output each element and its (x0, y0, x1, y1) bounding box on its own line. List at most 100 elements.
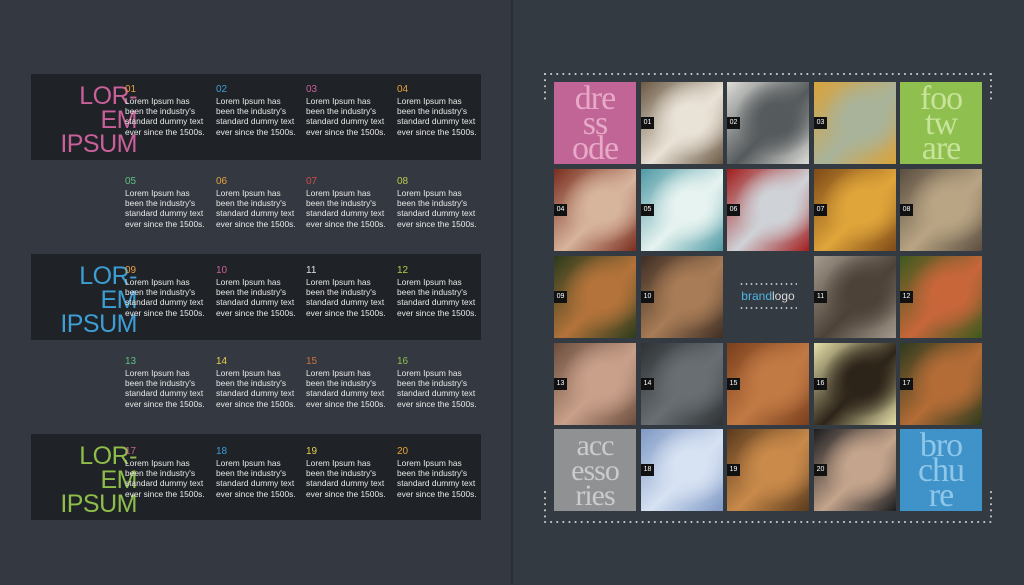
band-3-title: LOR- EM IPSUM (31, 444, 137, 530)
item-body-text: Lorem Ipsum has been the industry's stan… (125, 188, 205, 229)
band-1-title-line-2: EM (100, 106, 138, 134)
item-number: 02 (216, 84, 228, 95)
text-item-09: 09 Lorem Ipsum has been the industry's st… (125, 265, 209, 318)
dress-code-line-3: ode (571, 130, 619, 165)
text-item-12: 12 Lorem Ipsum has been the industry's st… (397, 265, 481, 318)
text-item-14: 14 Lorem Ipsum has been the industry's st… (216, 356, 300, 409)
item-number: 11 (306, 265, 317, 276)
photo-tile-18: 18 (641, 429, 723, 511)
band-1-title-line-1: LOR- (79, 82, 137, 110)
item-body-text: Lorem Ipsum has been the industry's stan… (216, 277, 296, 318)
photo-tile-13: 13 (554, 343, 636, 425)
item-number: 19 (306, 446, 318, 457)
item-body-text: Lorem Ipsum has been the industry's stan… (125, 96, 205, 137)
photo-tile-20: 20 (814, 429, 896, 511)
item-body-text: Lorem Ipsum has been the industry's stan… (216, 188, 296, 229)
item-number: 07 (306, 176, 318, 187)
text-item-05: 05 Lorem Ipsum has been the industry's st… (125, 176, 209, 229)
photo-tile-04: 04 (554, 169, 636, 251)
item-body-text: Lorem Ipsum has been the industry's stan… (397, 96, 477, 137)
photo-tile-17: 17 (900, 343, 982, 425)
item-body-text: Lorem Ipsum has been the industry's stan… (125, 368, 205, 409)
photo-number-badge: 10 (641, 291, 654, 303)
item-body-text: Lorem Ipsum has been the industry's stan… (216, 458, 296, 499)
band-3-title-line-3: IPSUM (60, 490, 137, 518)
photo-number-badge: 11 (814, 291, 827, 303)
photo-tile-09: 09 (554, 256, 636, 338)
photo-number-badge: 20 (814, 464, 827, 476)
photo-number-badge: 14 (641, 378, 654, 390)
photo-number-badge: 01 (641, 117, 654, 129)
photo-number-badge: 18 (641, 464, 654, 476)
item-body-text: Lorem Ipsum has been the industry's stan… (306, 96, 386, 137)
item-number: 09 (125, 265, 137, 276)
text-item-01: 01 Lorem Ipsum has been the industry's st… (125, 84, 209, 137)
brand-logo-text: brandlogo (727, 289, 809, 303)
photo-tile-12: 12 (900, 256, 982, 338)
photo-number-badge: 12 (900, 291, 913, 303)
photo-tile-01: 01 (641, 82, 723, 164)
item-body-text: Lorem Ipsum has been the industry's stan… (125, 277, 205, 318)
text-item-10: 10 Lorem Ipsum has been the industry's st… (216, 265, 300, 318)
text-item-07: 07 Lorem Ipsum has been the industry's st… (306, 176, 390, 229)
item-body-text: Lorem Ipsum has been the industry's stan… (306, 277, 386, 318)
text-item-06: 06 Lorem Ipsum has been the industry's st… (216, 176, 300, 229)
footware-tile: foo tw are (900, 82, 982, 164)
text-item-11: 11 Lorem Ipsum has been the industry's st… (306, 265, 390, 318)
item-body-text: Lorem Ipsum has been the industry's stan… (397, 188, 477, 229)
text-item-18: 18 Lorem Ipsum has been the industry's st… (216, 446, 300, 499)
photo-tile-08: 08 (900, 169, 982, 251)
band-1-title-line-3: IPSUM (60, 130, 137, 158)
logo-word: logo (772, 289, 795, 303)
item-number: 13 (125, 356, 137, 367)
footware-line-3: are (921, 130, 962, 165)
item-body-text: Lorem Ipsum has been the industry's stan… (306, 368, 386, 409)
photo-number-badge: 07 (814, 204, 827, 216)
brand-logo: brandlogo (727, 256, 809, 338)
accessories-tile: acc esso ries (554, 429, 636, 511)
text-item-08: 08 Lorem Ipsum has been the industry's st… (397, 176, 481, 229)
photo-tile-11: 11 (814, 256, 896, 338)
photo-number-badge: 06 (727, 204, 740, 216)
item-body-text: Lorem Ipsum has been the industry's stan… (306, 458, 386, 499)
item-body-text: Lorem Ipsum has been the industry's stan… (216, 96, 296, 137)
photo-number-badge: 13 (554, 378, 567, 390)
item-number: 17 (125, 446, 137, 457)
item-number: 04 (397, 84, 409, 95)
item-number: 15 (306, 356, 318, 367)
item-number: 08 (397, 176, 409, 187)
item-body-text: Lorem Ipsum has been the industry's stan… (125, 458, 205, 499)
photo-tile-15: 15 (727, 343, 809, 425)
brand-dots-bottom (739, 307, 797, 309)
photo-number-badge: 09 (554, 291, 567, 303)
photo-number-badge: 08 (900, 204, 913, 216)
item-number: 14 (216, 356, 228, 367)
text-item-02: 02 Lorem Ipsum has been the industry's st… (216, 84, 300, 137)
photo-number-badge: 03 (814, 117, 827, 129)
photo-number-badge: 15 (727, 378, 740, 390)
item-body-text: Lorem Ipsum has been the industry's stan… (306, 188, 386, 229)
band-3-title-line-2: EM (100, 466, 138, 494)
text-item-03: 03 Lorem Ipsum has been the industry's st… (306, 84, 390, 137)
item-body-text: Lorem Ipsum has been the industry's stan… (216, 368, 296, 409)
band-2-title: LOR- EM IPSUM (31, 264, 137, 350)
item-number: 01 (125, 84, 137, 95)
photo-number-badge: 17 (900, 378, 913, 390)
item-number: 10 (216, 265, 228, 276)
text-item-15: 15 Lorem Ipsum has been the industry's st… (306, 356, 390, 409)
photo-tile-16: 16 (814, 343, 896, 425)
item-body-text: Lorem Ipsum has been the industry's stan… (397, 458, 477, 499)
band-2-title-line-1: LOR- (79, 262, 137, 290)
photo-tile-05: 05 (641, 169, 723, 251)
photo-tile-10: 10 (641, 256, 723, 338)
item-number: 05 (125, 176, 137, 187)
brochure-line-3: re (928, 477, 954, 512)
band-3-title-line-1: LOR- (79, 442, 137, 470)
band-1-title: LOR- EM IPSUM (31, 84, 137, 170)
photo-number-badge: 05 (641, 204, 654, 216)
photo-tile-14: 14 (641, 343, 723, 425)
item-number: 06 (216, 176, 228, 187)
brand-dots-top (739, 283, 797, 285)
photo-tile-06: 06 (727, 169, 809, 251)
item-number: 12 (397, 265, 409, 276)
